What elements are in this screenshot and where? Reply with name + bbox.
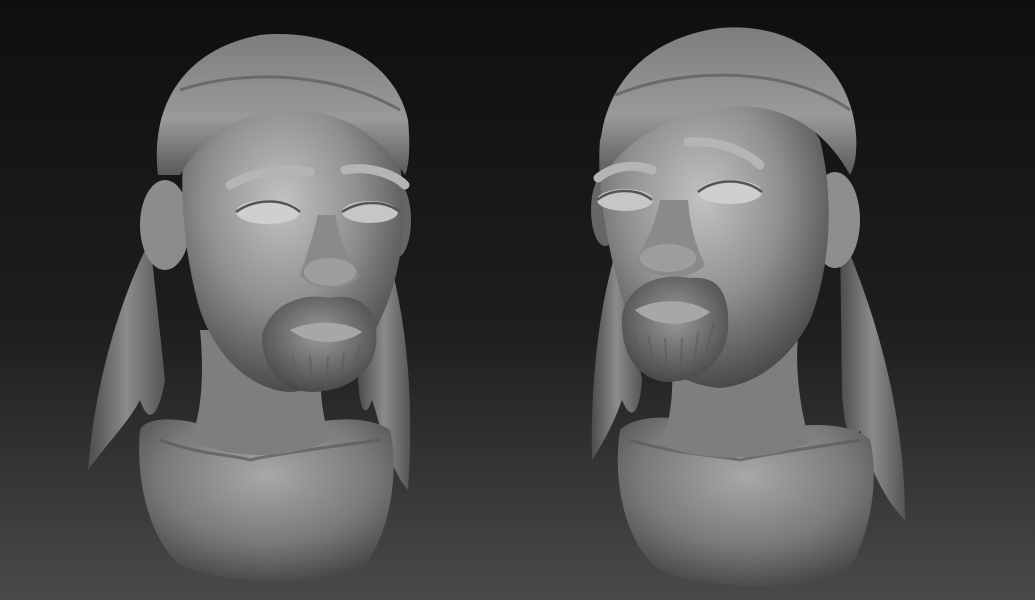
nose-tip — [304, 258, 356, 286]
render-canvas — [0, 0, 1035, 600]
nose-tip — [640, 244, 696, 272]
sculpt-viewport — [0, 0, 1035, 600]
eye-left — [236, 200, 300, 224]
eye-right — [342, 201, 398, 223]
eye-right — [698, 180, 762, 204]
eye-left — [597, 189, 653, 211]
